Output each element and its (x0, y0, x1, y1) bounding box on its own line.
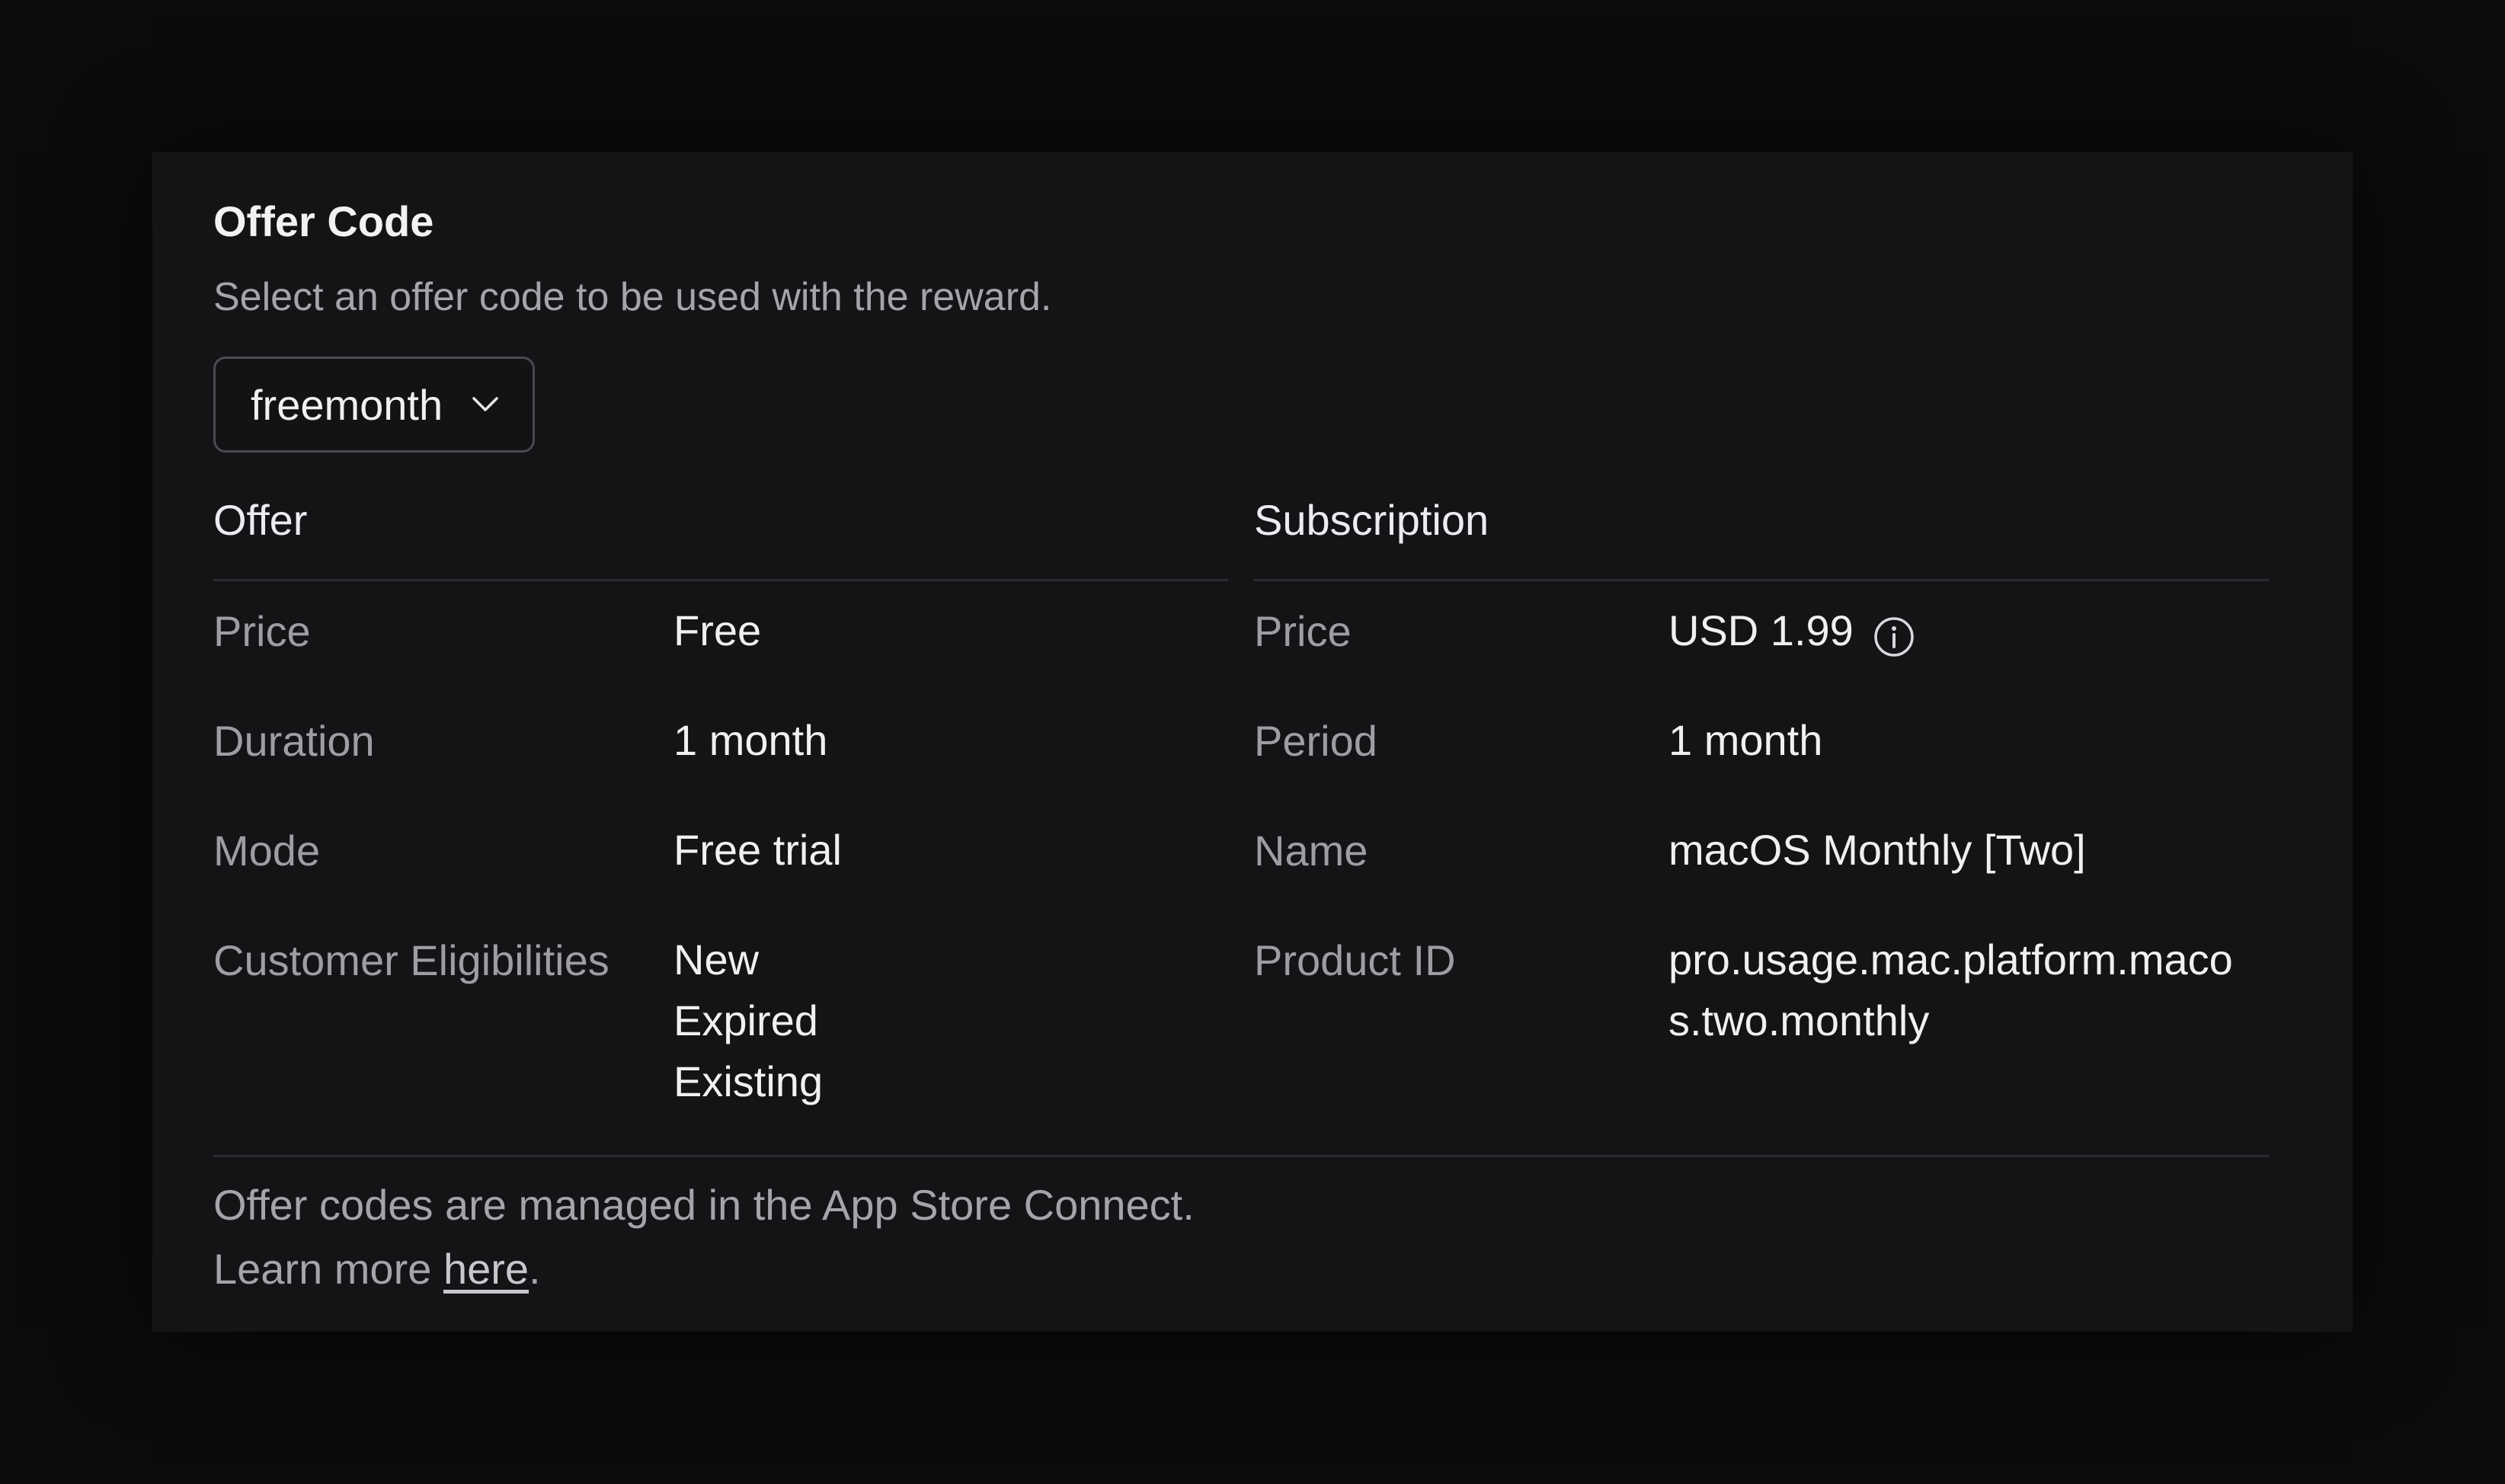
subscription-price-label: Price (1254, 607, 1352, 655)
offer-duration-value: 1 month (673, 716, 828, 764)
offer-duration-label: Duration (213, 717, 375, 765)
offer-price-value: Free (673, 606, 762, 654)
offer-column-header: Offer (213, 496, 308, 544)
subscription-header-divider (1254, 579, 2269, 581)
subscription-product-id-label: Product ID (1254, 936, 1456, 984)
footer-line2: Learn more here. (213, 1237, 1195, 1301)
footer-divider (213, 1155, 2269, 1157)
offer-header-divider (213, 579, 1228, 581)
panel-title: Offer Code (213, 197, 434, 245)
offer-code-dropdown[interactable]: freemonth (213, 357, 535, 453)
subscription-period-label: Period (1254, 717, 1377, 765)
eligibility-item: New (673, 935, 760, 983)
offer-price-label: Price (213, 607, 311, 655)
subscription-name-label: Name (1254, 827, 1368, 875)
subscription-name-value: macOS Monthly [Two] (1668, 826, 2086, 874)
offer-customer-eligibilities-label: Customer Eligibilities (213, 936, 609, 984)
footer-learn-more-text: Learn more (213, 1245, 443, 1293)
offer-mode-label: Mode (213, 827, 321, 875)
subscription-product-id-value-line1: pro.usage.mac.platform.maco (1668, 935, 2233, 983)
eligibility-item: Expired (673, 996, 818, 1044)
offer-mode-value: Free trial (673, 826, 842, 874)
footer-note: Offer codes are managed in the App Store… (213, 1173, 1195, 1301)
footer-period: . (529, 1245, 541, 1293)
eligibility-item: Existing (673, 1057, 824, 1105)
offer-code-panel: Offer Code Select an offer code to be us… (152, 152, 2353, 1332)
subscription-column-header: Subscription (1254, 496, 1489, 544)
subscription-period-value: 1 month (1668, 716, 1823, 764)
chevron-down-icon (472, 397, 498, 411)
info-icon[interactable] (1873, 616, 1915, 658)
subscription-price-value: USD 1.99 (1668, 606, 1854, 654)
footer-line1: Offer codes are managed in the App Store… (213, 1181, 1195, 1229)
panel-subtitle: Select an offer code to be used with the… (213, 275, 1052, 319)
offer-code-selected-value: freemonth (251, 380, 443, 429)
learn-more-link[interactable]: here (443, 1245, 529, 1293)
subscription-product-id-value-line2: s.two.monthly (1668, 996, 1930, 1044)
